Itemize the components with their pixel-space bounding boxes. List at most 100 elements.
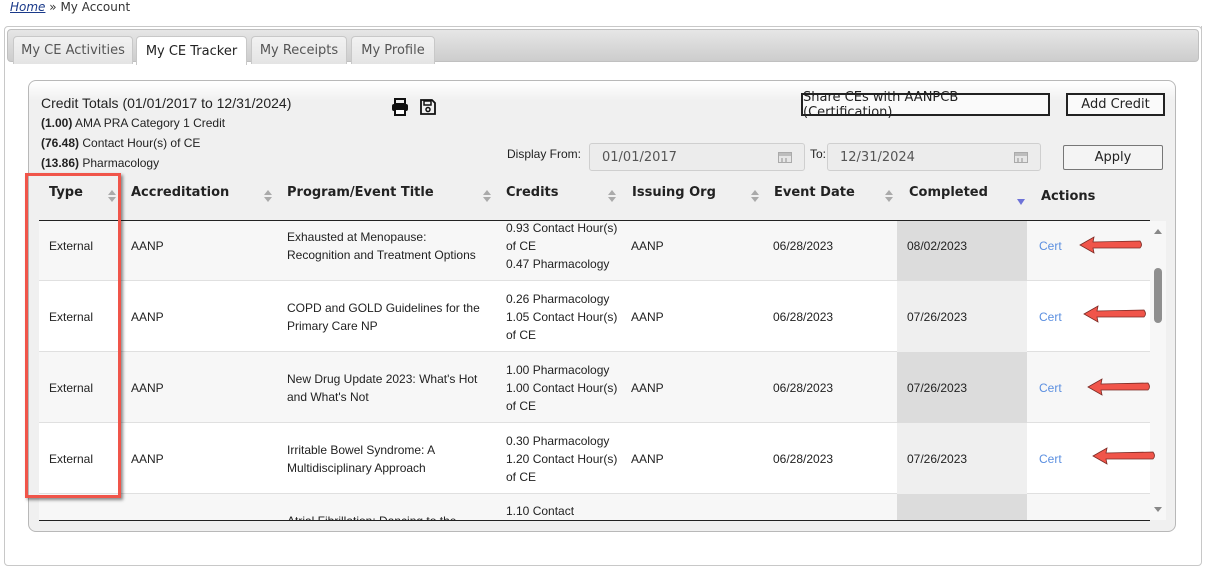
- credit-totals-title: Credit Totals (01/01/2017 to 12/31/2024): [41, 95, 292, 111]
- ce-table-body: External AANP Exhausted at Menopause: Re…: [39, 221, 1150, 520]
- apply-button[interactable]: Apply: [1063, 145, 1163, 170]
- add-credit-button[interactable]: Add Credit: [1066, 93, 1165, 116]
- cell-title: Irritable Bowel Syndrome: A Multidiscipl…: [287, 442, 435, 475]
- credit-entry: 1.05 Contact Hour(s) of CE: [506, 309, 618, 342]
- credit-total-ama: (1.00) AMA PRA Category 1 Credit: [41, 116, 225, 130]
- cell-issuing-org: AANP: [631, 238, 664, 253]
- ce-tracker-panel: Credit Totals (01/01/2017 to 12/31/2024)…: [28, 80, 1176, 532]
- table-row: External AANP New Drug Update 2023: What…: [39, 352, 1150, 423]
- breadcrumb-current: My Account: [60, 0, 131, 14]
- share-ces-button[interactable]: Share CEs with AANPCB (Certification): [801, 90, 1050, 120]
- credit-label: AMA PRA Category 1 Credit: [75, 116, 226, 130]
- cell-event-date: 06/28/2023: [773, 309, 834, 324]
- scroll-up-icon[interactable]: [1154, 229, 1162, 234]
- sort-descending-icon[interactable]: [1017, 199, 1025, 205]
- display-to-label: To:: [810, 147, 827, 161]
- cell-title: Exhausted at Menopause: Recognition and …: [287, 229, 476, 262]
- cell-accreditation: AANP: [131, 309, 164, 324]
- cell-credits: 0.26 Pharmacology 1.05 Contact Hour(s) o…: [506, 281, 618, 352]
- column-header-completed[interactable]: Completed: [909, 185, 988, 200]
- cell-actions: Cert: [1039, 281, 1099, 352]
- breadcrumb-separator: »: [49, 0, 57, 14]
- cell-accreditation: AANP: [131, 451, 164, 466]
- credit-entry: 0.26 Pharmacology: [506, 291, 610, 306]
- cell-credits: 1.00 Pharmacology 1.00 Contact Hour(s) o…: [506, 352, 618, 423]
- cell-actions: Cert: [1039, 221, 1099, 281]
- cell-accreditation: AANP: [131, 238, 164, 253]
- calendar-icon[interactable]: [1014, 152, 1028, 163]
- credit-label: Contact Hour(s) of CE: [82, 136, 201, 150]
- display-from-input[interactable]: 01/01/2017: [589, 143, 805, 171]
- table-row: External AANP Irritable Bowel Syndrome: …: [39, 423, 1150, 494]
- table-row: External AANP Exhausted at Menopause: Re…: [39, 221, 1150, 281]
- cell-type: External: [49, 380, 94, 395]
- column-header-accreditation[interactable]: Accreditation: [131, 185, 229, 200]
- sort-icon[interactable]: [483, 190, 491, 204]
- tab-my-receipts[interactable]: My Receipts: [251, 36, 347, 64]
- display-from-label: Display From:: [507, 147, 582, 161]
- sort-icon[interactable]: [751, 190, 759, 204]
- cell-title: COPD and GOLD Guidelines for the Primary…: [287, 300, 480, 333]
- cell-completed: 07/26/2023: [897, 423, 1027, 494]
- cell-accreditation: AANP: [131, 380, 164, 395]
- credit-amount: (76.48): [41, 136, 80, 150]
- cell-actions: Cert: [1039, 352, 1099, 423]
- cell-completed: 08/02/2023: [897, 221, 1027, 281]
- credit-entry: 1.00 Contact Hour(s) of CE: [506, 380, 618, 413]
- print-icon[interactable]: [391, 98, 409, 116]
- save-icon[interactable]: [419, 98, 437, 116]
- cell-type: External: [49, 238, 94, 253]
- cert-link[interactable]: Cert: [1039, 379, 1062, 397]
- credit-label: Pharmacology: [82, 156, 160, 170]
- display-from-value: 01/01/2017: [602, 149, 677, 165]
- table-footer-divider: [39, 520, 1150, 521]
- cell-title: Atrial Fibrillation: Dancing to the: [287, 494, 487, 520]
- tab-bar: My CE Activities My CE Tracker My Receip…: [7, 29, 1199, 65]
- sort-icon[interactable]: [608, 190, 616, 204]
- cell-completed: 07/26/2023: [897, 352, 1027, 423]
- sort-icon[interactable]: [264, 190, 272, 204]
- cell-credits: 0.30 Pharmacology 1.20 Contact Hour(s) o…: [506, 423, 618, 494]
- credit-entry: 0.47 Pharmacology: [506, 256, 610, 271]
- cert-link[interactable]: Cert: [1039, 450, 1062, 468]
- breadcrumb: Home » My Account: [10, 0, 130, 14]
- display-to-value: 12/31/2024: [840, 149, 915, 165]
- table-row: Atrial Fibrillation: Dancing to the 1.10…: [39, 494, 1150, 520]
- credit-total-contact-hours: (76.48) Contact Hour(s) of CE: [41, 136, 200, 150]
- tab-my-profile[interactable]: My Profile: [351, 36, 435, 64]
- sort-icon[interactable]: [885, 190, 893, 204]
- column-header-title[interactable]: Program/Event Title: [287, 185, 434, 200]
- cell-type: External: [49, 309, 94, 324]
- credit-entry: 1.20 Contact Hour(s) of CE: [506, 451, 618, 484]
- cell-actions: Cert: [1039, 423, 1099, 494]
- credit-total-pharmacology: (13.86) Pharmacology: [41, 156, 159, 170]
- column-header-type[interactable]: Type: [49, 185, 83, 200]
- cell-event-date: 06/28/2023: [773, 451, 834, 466]
- column-header-credits[interactable]: Credits: [506, 185, 558, 200]
- credit-entry: 0.30 Pharmacology: [506, 433, 610, 448]
- display-to-input[interactable]: 12/31/2024: [827, 143, 1041, 171]
- column-header-actions: Actions: [1041, 189, 1096, 204]
- cell-event-date: 06/28/2023: [773, 380, 834, 395]
- cell-issuing-org: AANP: [631, 380, 664, 395]
- sort-icon[interactable]: [108, 190, 116, 204]
- tab-my-ce-activities[interactable]: My CE Activities: [13, 36, 133, 64]
- credit-amount: (1.00): [41, 116, 73, 130]
- column-header-issuing-org[interactable]: Issuing Org: [632, 185, 716, 200]
- cell-completed: [897, 494, 1027, 520]
- cert-link[interactable]: Cert: [1039, 237, 1062, 255]
- calendar-icon[interactable]: [778, 152, 792, 163]
- cell-title: New Drug Update 2023: What's Hot and Wha…: [287, 371, 478, 404]
- scroll-down-icon[interactable]: [1154, 507, 1162, 512]
- cell-issuing-org: AANP: [631, 309, 664, 324]
- cell-type: External: [49, 451, 94, 466]
- column-header-event-date[interactable]: Event Date: [774, 185, 855, 200]
- cert-link[interactable]: Cert: [1039, 308, 1062, 326]
- scrollbar-thumb[interactable]: [1154, 268, 1162, 323]
- cell-event-date: 06/28/2023: [773, 238, 834, 253]
- cell-credits: 0.93 Contact Hour(s) of CE 0.47 Pharmaco…: [506, 221, 618, 281]
- table-scrollbar[interactable]: [1150, 221, 1166, 520]
- credit-entry: 1.00 Pharmacology: [506, 362, 610, 377]
- breadcrumb-home-link[interactable]: Home: [10, 0, 45, 14]
- tab-my-ce-tracker[interactable]: My CE Tracker: [136, 36, 247, 65]
